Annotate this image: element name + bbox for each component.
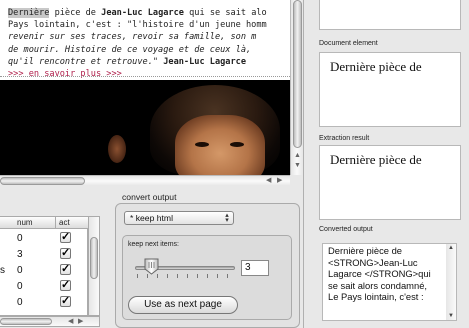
act-checkbox[interactable]: ✓: [60, 280, 71, 291]
text-line: qu'il rencontre et retrouve.": [8, 56, 159, 67]
output-line: Dernière pièce de: [328, 245, 403, 256]
text-line: revenir sur ses traces, revoir sa famill…: [8, 32, 257, 43]
rules-table-area: num act 0 ✓ 3 ✓ s 0 ✓ 0 ✓ 0 ✓ ◀ ▶: [0, 186, 112, 328]
browser-vertical-scrollbar[interactable]: ▲ ▼: [290, 0, 303, 175]
table-row[interactable]: 0 ✓: [0, 231, 88, 247]
act-checkbox[interactable]: ✓: [60, 264, 71, 275]
column-header-num[interactable]: num: [17, 218, 33, 227]
row-num: 0: [17, 281, 23, 292]
author-name: Jean-Luc Lagarce: [101, 8, 184, 18]
output-line: <STRONG>Jean-Luc: [328, 256, 418, 268]
table-header: num act: [0, 217, 88, 229]
scroll-up-arrow-icon[interactable]: ▲: [448, 245, 454, 251]
slider-tick: [187, 274, 188, 278]
ear-shape: [108, 135, 126, 163]
column-divider: [55, 217, 56, 229]
scroll-thumb[interactable]: [0, 318, 52, 325]
document-element-label: Document element: [319, 40, 378, 47]
portrait-photo: [0, 80, 290, 175]
scroll-left-arrow-icon[interactable]: ◀: [266, 177, 271, 185]
eye-shape: [195, 142, 209, 147]
select-value: * keep html: [130, 213, 173, 223]
act-checkbox[interactable]: ✓: [60, 248, 71, 259]
text-line: Pays lointain, c'est : "l'histoire d'un …: [8, 20, 267, 31]
output-line: Lagarce </STRONG>qui: [328, 268, 431, 279]
keep-items-field[interactable]: 3: [241, 260, 269, 276]
scroll-thumb[interactable]: [293, 0, 302, 148]
row-num: 3: [17, 249, 23, 260]
rules-table[interactable]: num act 0 ✓ 3 ✓ s 0 ✓ 0 ✓ 0 ✓: [0, 216, 88, 316]
slider-knob[interactable]: [144, 258, 159, 275]
converted-output-field[interactable]: Dernière pièce de <STRONG>Jean-Luc Lagar…: [322, 243, 454, 321]
document-element-field[interactable]: Dernière pièce de: [319, 52, 461, 127]
output-line: se sait alors condamné,: [328, 279, 428, 291]
table-row[interactable]: s 0 ✓: [0, 263, 88, 279]
more-link[interactable]: >>> en savoir plus >>>: [8, 68, 290, 80]
text-line: de mourir. Histoire de ce voyage et de c…: [8, 44, 252, 55]
text-segment: pièce de: [49, 8, 102, 18]
slider-tick: [137, 274, 138, 278]
table-vertical-scrollbar[interactable]: [88, 216, 100, 316]
extraction-result-field[interactable]: Dernière pièce de: [319, 145, 461, 220]
convert-output-title: convert output: [122, 192, 177, 202]
scroll-right-arrow-icon[interactable]: ▶: [78, 318, 83, 326]
scroll-thumb[interactable]: [0, 177, 85, 185]
author-name: Jean-Luc Lagarce: [158, 56, 247, 67]
extraction-result-label: Extraction result: [319, 135, 370, 142]
table-row[interactable]: 0 ✓: [0, 279, 88, 295]
slider-tick: [217, 274, 218, 278]
keep-next-items-label: keep next items:: [128, 241, 179, 248]
row-num: 0: [17, 297, 23, 308]
face-shape: [175, 115, 265, 175]
browser-horizontal-scrollbar[interactable]: ◀ ▶: [0, 175, 290, 186]
highlighted-word[interactable]: Dernière: [8, 8, 50, 18]
table-horizontal-scrollbar[interactable]: ◀ ▶: [0, 316, 100, 327]
act-checkbox[interactable]: ✓: [60, 232, 71, 243]
row-num: 0: [17, 265, 23, 276]
output-scrollbar[interactable]: ▲ ▼: [446, 243, 457, 321]
inspector-panel: Document element Dernière pièce de Extra…: [303, 0, 469, 328]
table-row[interactable]: 3 ✓: [0, 247, 88, 263]
slider-tick: [207, 274, 208, 278]
act-checkbox[interactable]: ✓: [60, 296, 71, 307]
convert-mode-select[interactable]: * keep html ▴ ▾: [124, 211, 234, 225]
slider-tick: [227, 274, 228, 278]
scroll-up-arrow-icon[interactable]: ▲: [294, 152, 301, 160]
scroll-down-arrow-icon[interactable]: ▼: [448, 313, 454, 319]
scroll-right-arrow-icon[interactable]: ▶: [277, 177, 282, 185]
table-row[interactable]: 0 ✓: [0, 295, 88, 311]
top-box: [319, 0, 461, 30]
slider-tick: [177, 274, 178, 278]
output-line: Le Pays lointain, c'est :: [328, 291, 424, 302]
row-name: s: [0, 265, 5, 276]
scroll-thumb[interactable]: [90, 237, 98, 279]
scroll-down-arrow-icon[interactable]: ▼: [294, 162, 301, 170]
scroll-left-arrow-icon[interactable]: ◀: [68, 318, 73, 326]
slider-tick: [167, 274, 168, 278]
web-text: Dernière pièce de Jean-Luc Lagarce qui s…: [8, 7, 290, 80]
converted-output-label: Converted output: [319, 226, 373, 233]
row-num: 0: [17, 233, 23, 244]
dotted-divider: [0, 76, 290, 77]
updown-caret-icon: ▴ ▾: [225, 212, 229, 224]
use-as-next-page-button[interactable]: Use as next page: [128, 296, 238, 314]
slider-tick: [197, 274, 198, 278]
web-view[interactable]: Dernière pièce de Jean-Luc Lagarce qui s…: [0, 0, 290, 175]
column-header-act[interactable]: act: [59, 218, 70, 227]
text-segment: qui se sait alo: [183, 8, 267, 18]
eye-shape: [230, 142, 244, 147]
